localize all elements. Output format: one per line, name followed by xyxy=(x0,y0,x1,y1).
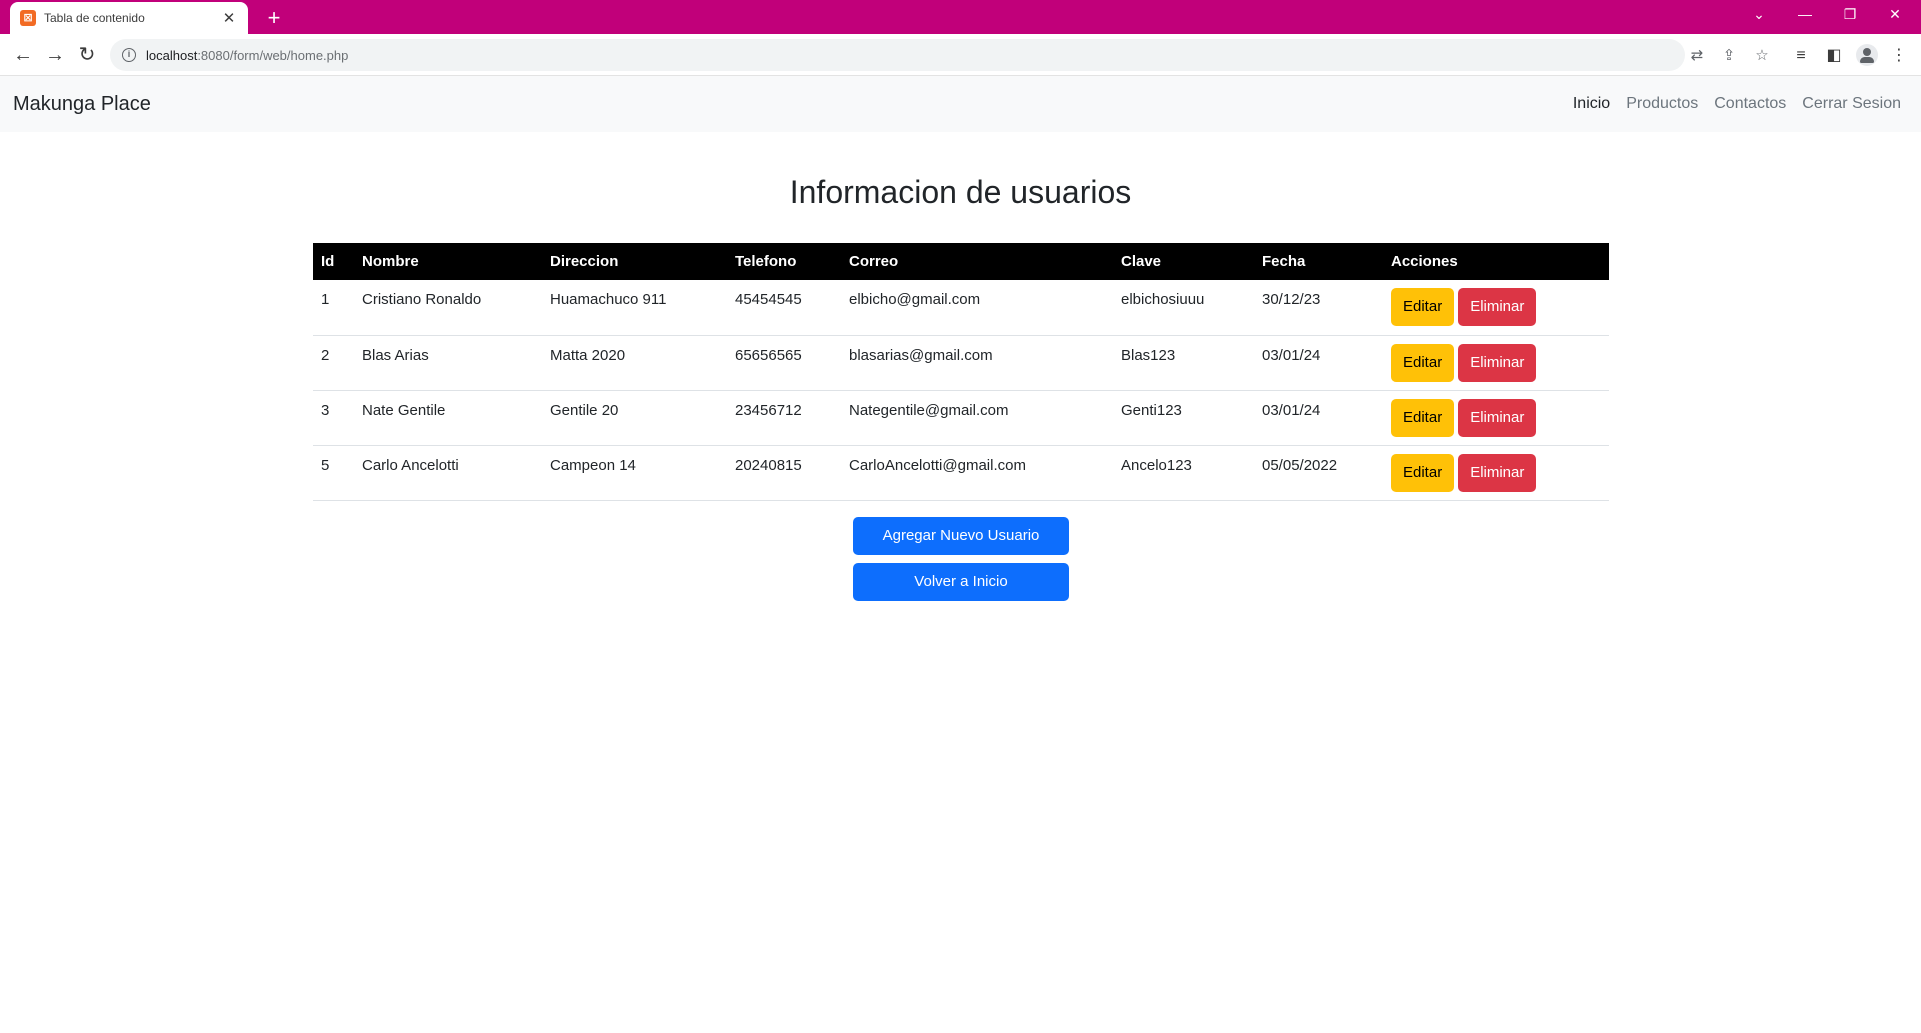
table-row: 1 Cristiano Ronaldo Huamachuco 911 45454545… xyxy=(313,280,1609,336)
delete-button[interactable]: Eliminar xyxy=(1458,343,1537,382)
column-header: Clave xyxy=(1113,243,1254,280)
table-cell: 03/01/24 xyxy=(1254,390,1383,446)
table-cell: Nate Gentile xyxy=(354,390,542,446)
tab-title: Tabla de contenido xyxy=(44,11,145,25)
table-cell: 30/12/23 xyxy=(1254,280,1383,336)
nav-link-productos[interactable]: Productos xyxy=(1626,95,1698,113)
xampp-favicon-icon: ⊠ xyxy=(20,10,36,26)
table-cell: 20240815 xyxy=(727,445,841,501)
table-cell: Carlo Ancelotti xyxy=(354,445,542,501)
table-row: 5 Carlo Ancelotti Campeon 14 20240815 CarloA… xyxy=(313,445,1609,501)
table-cell: 1 xyxy=(313,280,354,336)
column-header: Fecha xyxy=(1254,243,1383,280)
actions-cell: Editar Eliminar xyxy=(1383,335,1609,391)
translate-icon[interactable]: ⇄ xyxy=(1688,47,1706,65)
delete-button[interactable]: Eliminar xyxy=(1458,398,1537,437)
table-cell: Blas Arias xyxy=(354,335,542,391)
delete-button[interactable]: Eliminar xyxy=(1458,288,1537,327)
browser-tab[interactable]: ⊠ Tabla de contenido ✕ xyxy=(10,2,248,34)
column-header: Telefono xyxy=(727,243,841,280)
table-cell: 05/05/2022 xyxy=(1254,445,1383,501)
bookmark-star-icon[interactable]: ☆ xyxy=(1753,47,1771,65)
users-table: Id Nombre Direccion Telefono Correo Clav… xyxy=(313,243,1609,501)
column-header: Correo xyxy=(841,243,1113,280)
column-header: Acciones xyxy=(1383,243,1609,280)
table-cell: Gentile 20 xyxy=(542,390,727,446)
url-input[interactable]: i localhost:8080/form/web/home.php ⇄ ⇪ ☆ xyxy=(110,39,1769,71)
table-cell: 3 xyxy=(313,390,354,446)
table-cell: Ancelo123 xyxy=(1113,445,1254,501)
close-window-icon[interactable]: ✕ xyxy=(1873,0,1917,30)
actions-cell: Editar Eliminar xyxy=(1383,390,1609,446)
back-arrow-icon[interactable]: ← xyxy=(8,40,38,70)
table-cell: 5 xyxy=(313,445,354,501)
tab-search-chevron-down-icon[interactable]: ⌄ xyxy=(1737,0,1781,30)
table-row: 3 Nate Gentile Gentile 20 23456712 Nategenti… xyxy=(313,390,1609,446)
table-cell: elbichosiuuu xyxy=(1113,280,1254,336)
actions-cell: Editar Eliminar xyxy=(1383,280,1609,336)
share-icon[interactable]: ⇪ xyxy=(1720,47,1738,65)
site-navbar: Makunga Place Inicio Productos Contactos… xyxy=(0,76,1921,132)
forward-arrow-icon[interactable]: → xyxy=(40,40,70,70)
new-tab-icon[interactable]: + xyxy=(260,4,288,32)
nav-link-cerrar-sesion[interactable]: Cerrar Sesion xyxy=(1802,95,1901,113)
table-cell: elbicho@gmail.com xyxy=(841,280,1113,336)
nav-links: Inicio Productos Contactos Cerrar Sesion xyxy=(1573,95,1901,113)
edit-button[interactable]: Editar xyxy=(1391,343,1455,382)
table-cell: Huamachuco 911 xyxy=(542,280,727,336)
page-title: Informacion de usuarios xyxy=(789,174,1132,210)
actions-cell: Editar Eliminar xyxy=(1383,445,1609,501)
table-cell: CarloAncelotti@gmail.com xyxy=(841,445,1113,501)
table-cell: 65656565 xyxy=(727,335,841,391)
add-user-button[interactable]: Agregar Nuevo Usuario xyxy=(853,517,1069,555)
table-cell: Blas123 xyxy=(1113,335,1254,391)
back-home-button[interactable]: Volver a Inicio xyxy=(853,563,1069,601)
tab-close-icon[interactable]: ✕ xyxy=(220,9,238,27)
table-cell: 23456712 xyxy=(727,390,841,446)
kebab-menu-icon[interactable]: ⋮ xyxy=(1888,45,1910,67)
nav-link-contactos[interactable]: Contactos xyxy=(1714,95,1786,113)
table-cell: 45454545 xyxy=(727,280,841,336)
table-cell: 03/01/24 xyxy=(1254,335,1383,391)
table-cell: Matta 2020 xyxy=(542,335,727,391)
site-info-icon[interactable]: i xyxy=(122,48,136,62)
url-text: localhost:8080/form/web/home.php xyxy=(146,47,349,63)
column-header: Nombre xyxy=(354,243,542,280)
table-body: 1 Cristiano Ronaldo Huamachuco 911 45454545… xyxy=(313,280,1609,501)
table-cell: Genti123 xyxy=(1113,390,1254,446)
table-cell: Cristiano Ronaldo xyxy=(354,280,542,336)
minimize-icon[interactable]: — xyxy=(1783,0,1827,30)
table-row: 2 Blas Arias Matta 2020 65656565 blasarias@g… xyxy=(313,335,1609,391)
table-cell: Nategentile@gmail.com xyxy=(841,390,1113,446)
browser-titlebar: ⊠ Tabla de contenido ✕ + ⌄ — ❐ ✕ xyxy=(0,0,1921,34)
column-header: Direccion xyxy=(542,243,727,280)
profile-avatar-icon[interactable] xyxy=(1856,44,1878,66)
side-panel-icon[interactable]: ◧ xyxy=(1823,45,1845,67)
edit-button[interactable]: Editar xyxy=(1391,288,1455,327)
table-cell: Campeon 14 xyxy=(542,445,727,501)
nav-link-inicio[interactable]: Inicio xyxy=(1573,95,1610,113)
table-header-row: Id Nombre Direccion Telefono Correo Clav… xyxy=(313,243,1609,280)
table-cell: 2 xyxy=(313,335,354,391)
delete-button[interactable]: Eliminar xyxy=(1458,453,1537,492)
table-cell: blasarias@gmail.com xyxy=(841,335,1113,391)
media-queue-icon[interactable]: ≡ xyxy=(1790,45,1812,67)
edit-button[interactable]: Editar xyxy=(1391,398,1455,437)
column-header: Id xyxy=(313,243,354,280)
address-bar: ← → ↻ i localhost:8080/form/web/home.php… xyxy=(0,34,1921,76)
brand-logo[interactable]: Makunga Place xyxy=(13,93,151,116)
edit-button[interactable]: Editar xyxy=(1391,453,1455,492)
reload-icon[interactable]: ↻ xyxy=(72,40,102,70)
restore-icon[interactable]: ❐ xyxy=(1828,0,1872,30)
